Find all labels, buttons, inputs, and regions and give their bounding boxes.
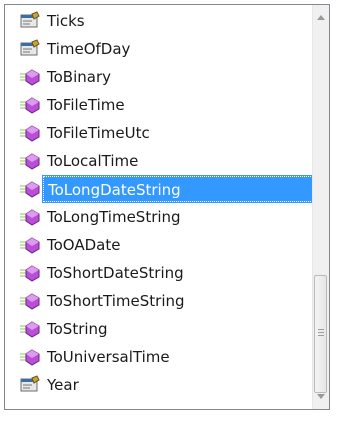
list-item-tooadate[interactable]: ToOADate	[5, 231, 314, 259]
list-item-ticks[interactable]: Ticks	[5, 7, 314, 35]
item-label: ToUniversalTime	[47, 348, 170, 366]
list-item-year[interactable]: Year	[5, 371, 314, 399]
list-item-tofiletime[interactable]: ToFileTime	[5, 91, 314, 119]
method-icon	[19, 263, 41, 283]
list-item-touniversaltime[interactable]: ToUniversalTime	[5, 343, 314, 371]
item-label: ToOADate	[47, 236, 121, 254]
item-label: Year	[47, 376, 79, 394]
list-item-tolocaltime[interactable]: ToLocalTime	[5, 147, 314, 175]
item-label: ToString	[47, 320, 108, 338]
method-icon	[19, 95, 41, 115]
vertical-scrollbar[interactable]	[312, 5, 329, 409]
method-icon	[19, 347, 41, 367]
list-item-timeofday[interactable]: TimeOfDay	[5, 35, 314, 63]
list-item-tolongtimestring[interactable]: ToLongTimeString	[5, 203, 314, 231]
property-icon	[19, 375, 41, 395]
list-item-tobinary[interactable]: ToBinary	[5, 63, 314, 91]
item-label: ToLongDateString	[42, 175, 314, 203]
list-item-tofiletimeutc[interactable]: ToFileTimeUtc	[5, 119, 314, 147]
item-label: ToLongTimeString	[47, 208, 181, 226]
method-icon	[19, 67, 41, 87]
property-icon	[19, 39, 41, 59]
intellisense-popup: Ticks TimeOfDay ToBinary ToFileTime ToFi	[4, 4, 330, 410]
method-icon	[19, 179, 41, 199]
item-label: ToFileTimeUtc	[47, 124, 150, 142]
scroll-down-arrow-icon[interactable]	[317, 394, 325, 399]
scroll-up-arrow-icon[interactable]	[317, 15, 325, 20]
item-label: ToBinary	[47, 68, 111, 86]
method-icon	[19, 123, 41, 143]
method-icon	[19, 235, 41, 255]
item-label: ToFileTime	[47, 96, 125, 114]
list-item-toshortdatestring[interactable]: ToShortDateString	[5, 259, 314, 287]
list-item-tostring[interactable]: ToString	[5, 315, 314, 343]
item-label: Ticks	[47, 12, 85, 30]
property-icon	[19, 11, 41, 31]
item-label: ToLocalTime	[47, 152, 139, 170]
grip-line	[318, 335, 324, 336]
grip-line	[318, 329, 324, 330]
method-icon	[19, 151, 41, 171]
method-icon	[19, 319, 41, 339]
method-icon	[19, 207, 41, 227]
completion-list: Ticks TimeOfDay ToBinary ToFileTime ToFi	[5, 5, 314, 409]
item-label: TimeOfDay	[47, 40, 131, 58]
list-item-tolongdatestring[interactable]: ToLongDateString	[5, 175, 314, 203]
grip-line	[318, 332, 324, 333]
method-icon	[19, 291, 41, 311]
list-item-toshorttimestring[interactable]: ToShortTimeString	[5, 287, 314, 315]
scrollbar-thumb[interactable]	[314, 275, 327, 393]
item-label: ToShortDateString	[47, 264, 184, 282]
item-label: ToShortTimeString	[47, 292, 185, 310]
